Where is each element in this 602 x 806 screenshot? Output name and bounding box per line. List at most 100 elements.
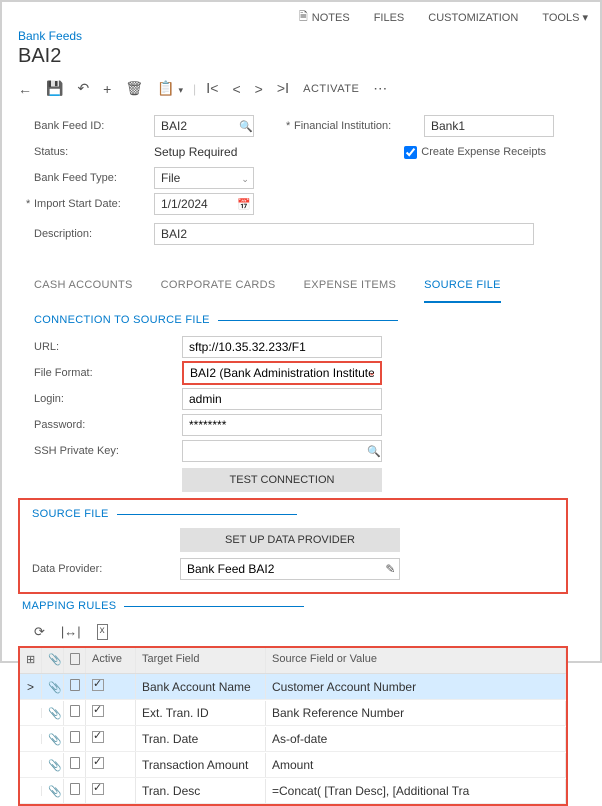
table-row[interactable]: >📎 Bank Account NameCustomer Account Numb… [20,674,566,700]
row-marker[interactable] [20,708,42,718]
more-icon[interactable]: ⋯ [373,80,387,97]
note-icon[interactable] [64,752,86,777]
customization-link[interactable]: CUSTOMIZATION [428,12,518,24]
tab-expense-items[interactable]: EXPENSE ITEMS [304,273,397,303]
file-format-select[interactable] [182,361,382,385]
target-field: Transaction Amount [136,753,266,777]
url-input[interactable] [182,336,382,358]
target-field: Tran. Desc [136,779,266,803]
label-bank-feed-id: Bank Feed ID: [34,120,154,132]
description-input[interactable] [154,223,534,245]
refresh-icon[interactable]: ⟳ [34,624,45,640]
page-title: BAI2 [18,45,584,68]
delete-icon[interactable]: 🗑 [125,80,143,97]
export-icon[interactable]: x [97,624,108,640]
password-input[interactable] [182,414,382,436]
search-icon[interactable]: 🔍 [367,446,381,458]
test-connection-button[interactable]: TEST CONNECTION [182,468,382,492]
label-login: Login: [34,393,182,405]
label-status: Status: [34,146,154,158]
create-expense-checkbox[interactable]: Create Expense Receipts [400,146,546,159]
caret-down-icon: ▾ [582,12,588,24]
undo-icon[interactable]: ↶ [77,80,89,97]
source-field: =Concat( [Tran Desc], [Additional Tra [266,779,566,803]
note-icon[interactable] [64,778,86,803]
section-mapping-rules-title: MAPPING RULES [22,600,116,612]
col-active-header[interactable]: Active [86,648,136,673]
target-field: Tran. Date [136,727,266,751]
table-row[interactable]: 📎 Tran. Desc=Concat( [Tran Desc], [Additi… [20,778,566,804]
table-row[interactable]: 📎 Tran. DateAs-of-date [20,726,566,752]
clip-icon[interactable]: 📎 [42,753,64,777]
status-value: Setup Required [154,142,254,162]
setup-data-provider-button[interactable]: SET UP DATA PROVIDER [180,528,400,552]
data-provider-input[interactable] [180,558,400,580]
target-field: Ext. Tran. ID [136,701,266,725]
back-icon[interactable]: ← [18,81,32,97]
bank-feed-type-select[interactable] [154,167,254,189]
note-icon[interactable] [64,700,86,725]
row-marker[interactable]: > [20,675,42,699]
financial-institution-input[interactable] [424,115,554,137]
first-icon[interactable]: Ⅰ< [206,80,218,97]
tools-dropdown[interactable]: TOOLS ▾ [542,11,588,24]
col-clip-header[interactable]: 📎 [42,648,64,673]
notes-link[interactable]: 🗎 NOTES [299,8,350,27]
section-source-file-title: SOURCE FILE [32,508,109,520]
search-icon[interactable]: 🔍 [239,121,253,133]
active-checkbox[interactable] [86,700,136,725]
tab-corporate-cards[interactable]: CORPORATE CARDS [161,273,276,303]
chevron-down-icon: ⌄ [241,174,249,184]
activate-button[interactable]: ACTIVATE [303,83,359,95]
table-row[interactable]: 📎 Ext. Tran. IDBank Reference Number [20,700,566,726]
col-source-header[interactable]: Source Field or Value [266,648,566,673]
target-field: Bank Account Name [136,675,266,699]
login-input[interactable] [182,388,382,410]
col-note-header[interactable] [64,648,86,673]
label-financial-institution: Financial Institution: [294,120,424,132]
active-checkbox[interactable] [86,778,136,803]
create-expense-input[interactable] [404,146,417,159]
label-url: URL: [34,341,182,353]
tab-cash-accounts[interactable]: CASH ACCOUNTS [34,273,133,303]
breadcrumb[interactable]: Bank Feeds [18,29,584,43]
clip-icon[interactable]: 📎 [42,675,64,699]
label-description: Description: [34,228,154,240]
active-checkbox[interactable] [86,674,136,699]
row-marker[interactable] [20,734,42,744]
edit-icon[interactable]: ✎ [385,562,395,576]
clip-icon[interactable]: 📎 [42,779,64,803]
label-data-provider: Data Provider: [32,563,144,575]
source-field: Amount [266,753,566,777]
add-icon[interactable]: + [103,81,111,97]
label-bank-feed-type: Bank Feed Type: [34,172,154,184]
label-file-format: File Format: [34,367,182,379]
col-marker-header[interactable]: ⊞ [20,648,42,673]
clip-icon[interactable]: 📎 [42,727,64,751]
next-icon[interactable]: > [255,81,263,97]
files-link[interactable]: FILES [374,12,405,24]
active-checkbox[interactable] [86,726,136,751]
fit-icon[interactable]: |↔| [61,624,81,640]
label-import-start-date: Import Start Date: [34,198,154,210]
last-icon[interactable]: >Ⅰ [277,80,289,97]
source-field: As-of-date [266,727,566,751]
note-icon[interactable] [64,726,86,751]
col-target-header[interactable]: Target Field [136,648,266,673]
row-marker[interactable] [20,760,42,770]
clip-icon[interactable]: 📎 [42,701,64,725]
note-icon[interactable] [64,674,86,699]
copy-icon[interactable]: 📋 ▾ [157,80,183,97]
prev-icon[interactable]: < [232,81,240,97]
save-icon[interactable]: 💾 [46,80,63,97]
active-checkbox[interactable] [86,752,136,777]
section-connection-title: CONNECTION TO SOURCE FILE [34,314,210,326]
calendar-icon[interactable]: 📅 [237,199,251,211]
table-row[interactable]: 📎 Transaction AmountAmount [20,752,566,778]
tab-source-file[interactable]: SOURCE FILE [424,273,501,303]
source-field: Customer Account Number [266,675,566,699]
source-field: Bank Reference Number [266,701,566,725]
ssh-key-input[interactable] [182,440,382,462]
label-password: Password: [34,419,182,431]
row-marker[interactable] [20,786,42,796]
